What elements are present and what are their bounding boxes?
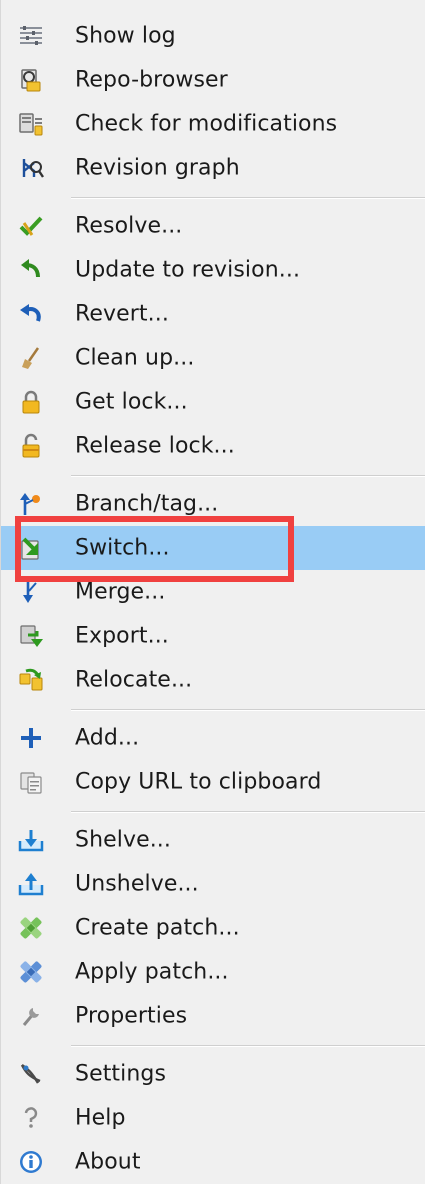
menu-item-label: Shelve... [75,827,171,853]
about-icon [17,1148,45,1176]
menu-item-label: Repo-browser [75,67,228,93]
menu-item-help[interactable]: Help [1,1096,425,1140]
context-menu: Show log Repo-browser Check for modifica… [0,0,425,1184]
menu-item-branch-tag[interactable]: Branch/tag... [1,482,425,526]
menu-item-relocate[interactable]: Relocate... [1,658,425,702]
menu-item-shelve[interactable]: Shelve... [1,818,425,862]
clean-up-icon [17,344,45,372]
menu-item-label: About [75,1149,141,1175]
menu-item-label: Add... [75,725,140,751]
get-lock-icon [17,388,45,416]
menu-item-label: Switch... [75,535,170,561]
show-log-icon [17,22,45,50]
menu-item-check-modifications[interactable]: Check for modifications [1,102,425,146]
settings-icon [17,1060,45,1088]
release-lock-icon [17,432,45,460]
branch-tag-icon [17,490,45,518]
menu-item-label: Clean up... [75,345,195,371]
menu-item-label: Apply patch... [75,959,229,985]
menu-item-update-to-revision[interactable]: Update to revision... [1,248,425,292]
separator [71,811,425,813]
menu-item-label: Resolve... [75,213,183,239]
menu-item-create-patch[interactable]: Create patch... [1,906,425,950]
menu-item-label: Update to revision... [75,257,301,283]
menu-item-label: Check for modifications [75,111,338,137]
menu-item-label: Help [75,1105,126,1131]
menu-item-label: Create patch... [75,915,240,941]
resolve-icon [17,212,45,240]
menu-item-release-lock[interactable]: Release lock... [1,424,425,468]
revision-graph-icon [17,154,45,182]
switch-icon [17,534,45,562]
menu-item-revision-graph[interactable]: Revision graph [1,146,425,190]
add-icon [17,724,45,752]
menu-item-label: Merge... [75,579,166,605]
unshelve-icon [17,870,45,898]
menu-item-label: Release lock... [75,433,235,459]
merge-icon [17,578,45,606]
menu-item-clean-up[interactable]: Clean up... [1,336,425,380]
menu-item-switch[interactable]: Switch... [1,526,425,570]
menu-item-label: Revision graph [75,155,240,181]
menu-item-merge[interactable]: Merge... [1,570,425,614]
menu-item-label: Show log [75,23,176,49]
menu-item-unshelve[interactable]: Unshelve... [1,862,425,906]
menu-item-revert[interactable]: Revert... [1,292,425,336]
menu-item-label: Copy URL to clipboard [75,769,322,795]
menu-item-label: Export... [75,623,169,649]
menu-item-label: Revert... [75,301,169,327]
menu-item-label: Get lock... [75,389,188,415]
menu-item-label: Relocate... [75,667,193,693]
menu-item-label: Unshelve... [75,871,199,897]
separator [71,1045,425,1047]
relocate-icon [17,666,45,694]
menu-item-settings[interactable]: Settings [1,1052,425,1096]
separator [71,475,425,477]
menu-item-label: Properties [75,1003,188,1029]
menu-item-repo-browser[interactable]: Repo-browser [1,58,425,102]
properties-icon [17,1002,45,1030]
export-icon [17,622,45,650]
menu-item-label: Branch/tag... [75,491,219,517]
menu-item-copy-url[interactable]: Copy URL to clipboard [1,760,425,804]
create-patch-icon [17,914,45,942]
apply-patch-icon [17,958,45,986]
repo-browser-icon [17,66,45,94]
menu-item-export[interactable]: Export... [1,614,425,658]
menu-item-get-lock[interactable]: Get lock... [1,380,425,424]
menu-item-properties[interactable]: Properties [1,994,425,1038]
menu-item-add[interactable]: Add... [1,716,425,760]
separator [71,197,425,199]
menu-item-show-log[interactable]: Show log [1,14,425,58]
revert-icon [17,300,45,328]
menu-item-about[interactable]: About [1,1140,425,1184]
update-revision-icon [17,256,45,284]
help-icon [17,1104,45,1132]
separator [71,709,425,711]
menu-item-resolve[interactable]: Resolve... [1,204,425,248]
menu-item-label: Settings [75,1061,167,1087]
copy-url-icon [17,768,45,796]
menu-item-apply-patch[interactable]: Apply patch... [1,950,425,994]
shelve-icon [17,826,45,854]
check-modifications-icon [17,110,45,138]
